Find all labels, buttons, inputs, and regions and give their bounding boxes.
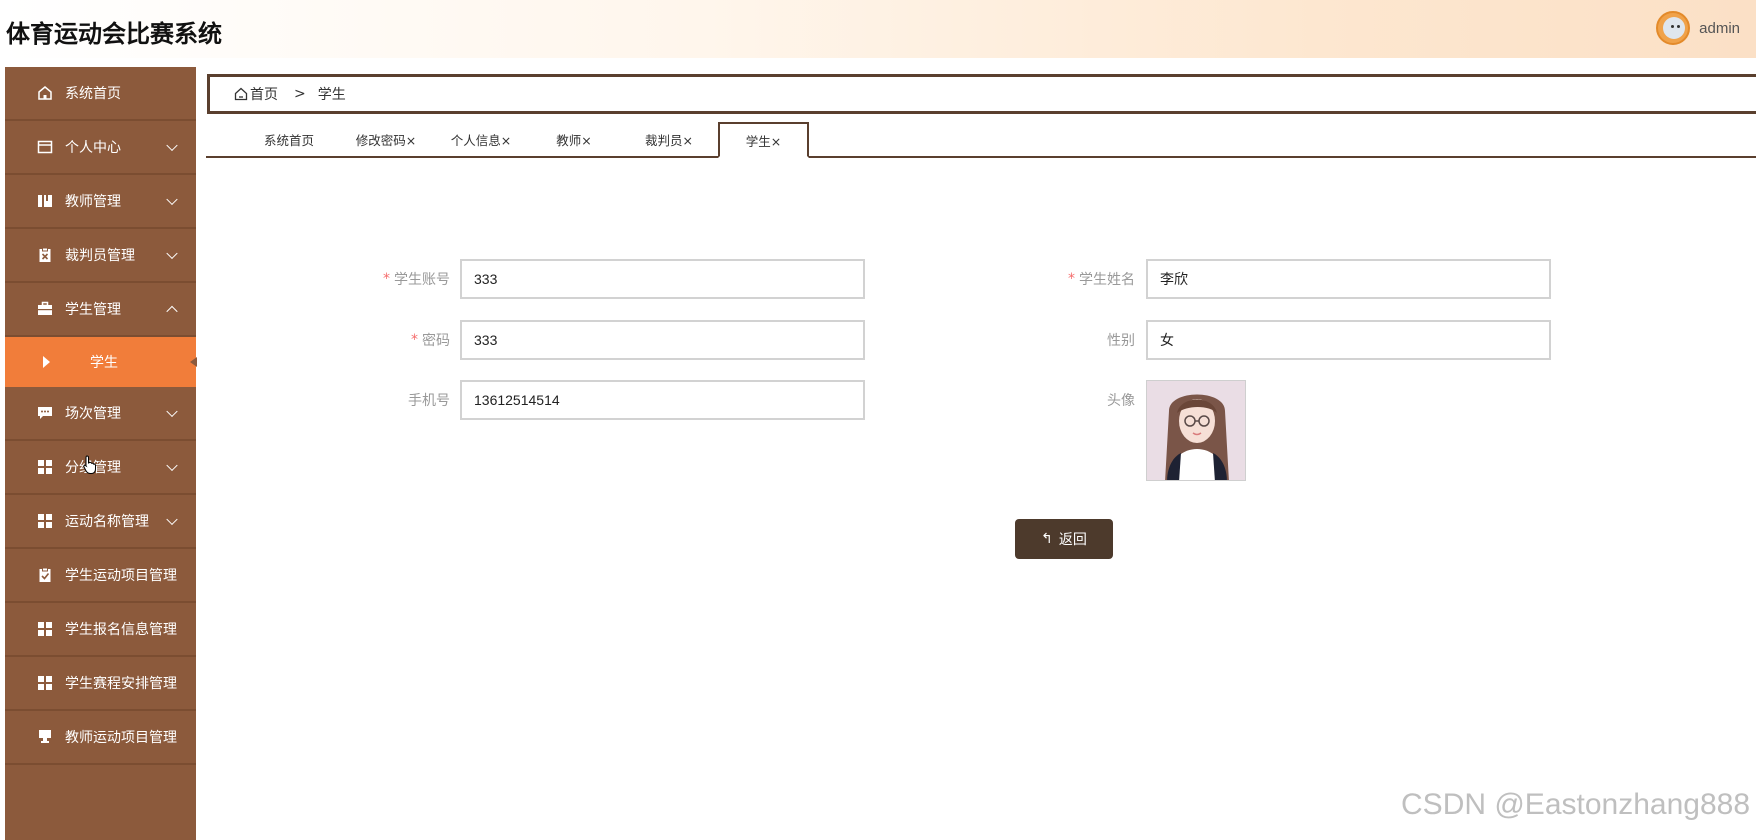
- tab-student[interactable]: 学生×: [718, 122, 809, 158]
- chevron-down-icon: [166, 247, 178, 260]
- stamp-icon: [37, 729, 53, 745]
- sidebar-item-label: 场次管理: [65, 406, 121, 422]
- phone-field[interactable]: 13612514514: [460, 380, 865, 420]
- active-pointer-icon: [190, 357, 197, 367]
- password-label: * 密码: [411, 332, 450, 349]
- grid-icon: [37, 675, 53, 691]
- sidebar-item-group-management[interactable]: 分组管理: [5, 441, 196, 495]
- grid-icon: [37, 621, 53, 637]
- student-name-label: * 学生姓名: [1068, 271, 1135, 288]
- tab-change-password[interactable]: 修改密码×: [341, 122, 431, 156]
- tab-bar: 系统首页 修改密码× 个人信息× 教师× 裁判员× 学生×: [206, 122, 1756, 158]
- breadcrumb: 首页 > 学生: [207, 74, 1756, 114]
- user-menu[interactable]: admin: [1656, 10, 1740, 46]
- sidebar-item-label: 系统首页: [65, 86, 121, 102]
- tab-system-home[interactable]: 系统首页: [244, 122, 334, 156]
- sidebar-item-student-sport-project[interactable]: 学生运动项目管理: [5, 549, 196, 603]
- chat-icon: [37, 405, 53, 421]
- sidebar-item-session-management[interactable]: 场次管理: [5, 387, 196, 441]
- sidebar-subitem-student[interactable]: 学生: [5, 337, 197, 387]
- return-arrow-icon: ↰: [1041, 531, 1053, 547]
- back-button[interactable]: ↰ 返回: [1015, 519, 1113, 559]
- breadcrumb-home-link[interactable]: 首页: [250, 84, 278, 104]
- chevron-down-icon: [166, 193, 178, 206]
- breadcrumb-current: 学生: [317, 87, 346, 103]
- sidebar-item-student-schedule[interactable]: 学生赛程安排管理: [5, 657, 196, 711]
- password-field[interactable]: 333: [460, 320, 865, 360]
- sidebar-item-label: 学生报名信息管理: [65, 622, 177, 638]
- sidebar-item-label: 学生管理: [65, 302, 121, 318]
- sidebar-item-teacher-management[interactable]: 教师管理: [5, 175, 196, 229]
- avatar[interactable]: [1656, 11, 1691, 45]
- briefcase-icon: [37, 301, 53, 317]
- required-asterisk: *: [383, 271, 390, 287]
- avatar-photo: [1146, 380, 1246, 481]
- sidebar-subitem-label: 学生: [90, 355, 118, 371]
- home-icon[interactable]: [234, 87, 248, 101]
- tab-teacher[interactable]: 教师×: [534, 122, 614, 156]
- sidebar-item-referee-management[interactable]: 裁判员管理: [5, 229, 196, 283]
- sidebar-item-home[interactable]: 系统首页: [5, 67, 196, 121]
- book-icon: [37, 193, 53, 209]
- sidebar-item-label: 个人中心: [65, 140, 121, 156]
- app-title: 体育运动会比赛系统: [6, 20, 222, 48]
- sidebar-item-personal-center[interactable]: 个人中心: [5, 121, 196, 175]
- clipboard-check-icon: [37, 567, 53, 583]
- tab-personal-info[interactable]: 个人信息×: [436, 122, 526, 156]
- profile-icon: [37, 139, 53, 155]
- gender-label: 性别: [1107, 333, 1135, 349]
- back-button-label: 返回: [1058, 532, 1087, 548]
- required-asterisk: *: [411, 332, 418, 348]
- chevron-up-icon: [166, 305, 178, 318]
- avatar-face-icon: [1663, 17, 1686, 39]
- home-icon: [37, 85, 53, 101]
- chevron-down-icon: [166, 459, 178, 472]
- sidebar-item-student-registration[interactable]: 学生报名信息管理: [5, 603, 196, 657]
- chevron-down-icon: [166, 405, 178, 418]
- sidebar-item-label: 裁判员管理: [65, 248, 135, 264]
- grid-icon: [37, 459, 53, 475]
- sidebar-item-teacher-sport-project[interactable]: 教师运动项目管理: [5, 711, 196, 765]
- username: admin: [1699, 19, 1740, 37]
- caret-right-icon: [43, 356, 50, 368]
- student-account-field[interactable]: 333: [460, 259, 865, 299]
- student-account-label: * 学生账号: [383, 271, 450, 288]
- student-name-field[interactable]: 李欣: [1146, 259, 1551, 299]
- sidebar-item-label: 学生运动项目管理: [65, 568, 177, 584]
- sidebar-item-label: 教师运动项目管理: [65, 730, 177, 746]
- phone-label: 手机号: [408, 393, 450, 409]
- hand-cursor-icon: [83, 455, 96, 474]
- breadcrumb-separator: >: [294, 86, 306, 102]
- watermark: CSDN @Eastonzhang888: [1401, 788, 1750, 821]
- sidebar-item-label: 教师管理: [65, 194, 121, 210]
- required-asterisk: *: [1068, 271, 1075, 287]
- tab-referee[interactable]: 裁判员×: [624, 122, 714, 156]
- chevron-down-icon: [166, 513, 178, 526]
- sidebar: 系统首页 个人中心 教师管理 裁判员管理 学生管理 学生 场次管理 运动名称管理…: [5, 67, 197, 840]
- top-header: 体育运动会比赛系统 admin: [0, 0, 1756, 58]
- clipboard-x-icon: [37, 247, 53, 263]
- sidebar-item-sport-name-management[interactable]: 运动名称管理: [5, 495, 196, 549]
- chevron-down-icon: [166, 139, 178, 152]
- grid-icon: [37, 513, 53, 529]
- sidebar-item-label: 学生赛程安排管理: [65, 676, 177, 692]
- sidebar-item-label: 运动名称管理: [65, 514, 149, 530]
- gender-field[interactable]: 女: [1146, 320, 1551, 360]
- avatar-label: 头像: [1107, 393, 1135, 409]
- sidebar-item-student-management[interactable]: 学生管理: [5, 283, 196, 337]
